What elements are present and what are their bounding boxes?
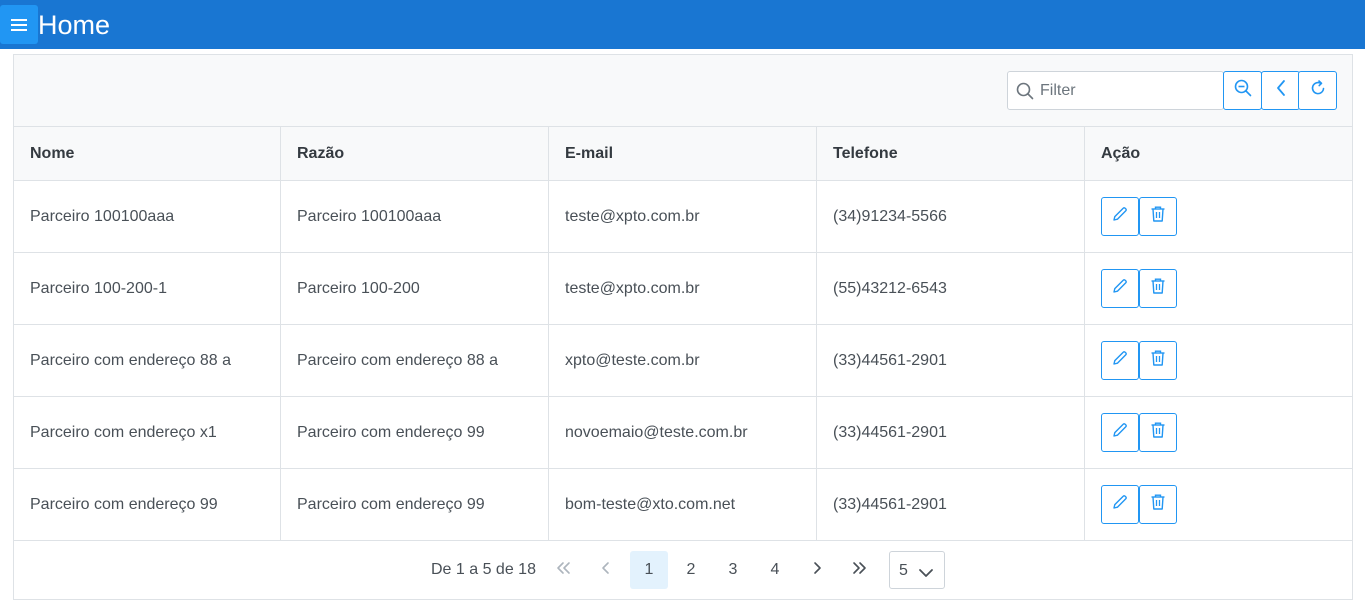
column-header-nome[interactable]: Nome bbox=[14, 127, 281, 180]
cell-nome: Parceiro com endereço 88 a bbox=[14, 325, 281, 396]
table-header: Nome Razão E-mail Telefone Ação bbox=[14, 127, 1352, 181]
column-header-acao: Ação bbox=[1101, 144, 1141, 162]
top-bar: Home bbox=[0, 0, 1365, 49]
cell-telefone: (33)44561-2901 bbox=[817, 469, 1085, 540]
cell-acao bbox=[1085, 325, 1352, 396]
cell-telefone: (34)91234-5566 bbox=[817, 181, 1085, 252]
column-header-razao[interactable]: Razão bbox=[281, 127, 549, 180]
last-page-button[interactable] bbox=[840, 551, 878, 589]
cell-telefone: (33)44561-2901 bbox=[817, 325, 1085, 396]
back-button[interactable] bbox=[1261, 71, 1300, 110]
filter-field[interactable] bbox=[1007, 71, 1224, 110]
page-title: Home bbox=[38, 10, 111, 40]
edit-button[interactable] bbox=[1101, 269, 1139, 308]
page-button-2[interactable]: 2 bbox=[672, 551, 710, 589]
delete-button[interactable] bbox=[1139, 341, 1177, 380]
page-button-4[interactable]: 4 bbox=[756, 551, 794, 589]
pencil-icon bbox=[1111, 205, 1129, 228]
delete-button[interactable] bbox=[1139, 485, 1177, 524]
search-icon bbox=[1016, 82, 1034, 105]
cell-razao: Parceiro 100100aaa bbox=[281, 181, 549, 252]
cell-acao bbox=[1085, 469, 1352, 540]
edit-button[interactable] bbox=[1101, 413, 1139, 452]
cell-email: novoemaio@teste.com.br bbox=[549, 397, 817, 468]
refresh-icon bbox=[1309, 79, 1327, 102]
chevron-left-icon bbox=[601, 561, 611, 580]
cell-telefone: (55)43212-6543 bbox=[817, 253, 1085, 324]
page-button-3[interactable]: 3 bbox=[714, 551, 752, 589]
edit-button[interactable] bbox=[1101, 341, 1139, 380]
zoom-out-icon bbox=[1234, 79, 1252, 102]
paginator-summary: De 1 a 5 de 18 bbox=[431, 561, 536, 578]
hamburger-icon bbox=[11, 18, 27, 31]
cell-nome: Parceiro com endereço 99 bbox=[14, 469, 281, 540]
pencil-icon bbox=[1111, 277, 1129, 300]
delete-button[interactable] bbox=[1139, 197, 1177, 236]
rows-per-page-select[interactable]: 5 bbox=[889, 551, 945, 589]
clear-filter-button[interactable] bbox=[1223, 71, 1262, 110]
next-page-button[interactable] bbox=[798, 551, 836, 589]
pencil-icon bbox=[1111, 493, 1129, 516]
table-toolbar bbox=[14, 55, 1352, 127]
cell-acao bbox=[1085, 181, 1352, 252]
page-button-1[interactable]: 1 bbox=[630, 551, 668, 589]
delete-button[interactable] bbox=[1139, 269, 1177, 308]
refresh-button[interactable] bbox=[1298, 71, 1337, 110]
cell-razao: Parceiro com endereço 88 a bbox=[281, 325, 549, 396]
cell-razao: Parceiro 100-200 bbox=[281, 253, 549, 324]
cell-email: xpto@teste.com.br bbox=[549, 325, 817, 396]
table-row: Parceiro 100100aaa Parceiro 100100aaa te… bbox=[14, 181, 1352, 253]
menu-button[interactable] bbox=[0, 5, 38, 44]
rows-per-page-value: 5 bbox=[899, 562, 908, 579]
cell-razao: Parceiro com endereço 99 bbox=[281, 397, 549, 468]
cell-nome: Parceiro com endereço x1 bbox=[14, 397, 281, 468]
trash-icon bbox=[1150, 493, 1166, 516]
chevron-down-icon bbox=[918, 565, 934, 583]
prev-page-button[interactable] bbox=[587, 551, 625, 589]
cell-nome: Parceiro 100-200-1 bbox=[14, 253, 281, 324]
cell-email: teste@xpto.com.br bbox=[549, 181, 817, 252]
double-chevron-right-icon bbox=[851, 561, 867, 580]
cell-email: teste@xpto.com.br bbox=[549, 253, 817, 324]
cell-telefone: (33)44561-2901 bbox=[817, 397, 1085, 468]
table-row: Parceiro 100-200-1 Parceiro 100-200 test… bbox=[14, 253, 1352, 325]
edit-button[interactable] bbox=[1101, 485, 1139, 524]
double-chevron-left-icon bbox=[556, 561, 572, 580]
pencil-icon bbox=[1111, 421, 1129, 444]
first-page-button[interactable] bbox=[545, 551, 583, 589]
edit-button[interactable] bbox=[1101, 197, 1139, 236]
cell-acao bbox=[1085, 397, 1352, 468]
column-header-email[interactable]: E-mail bbox=[549, 127, 817, 180]
data-table-panel: Nome Razão E-mail Telefone Ação Parceiro… bbox=[13, 54, 1353, 600]
trash-icon bbox=[1150, 277, 1166, 300]
cell-acao bbox=[1085, 253, 1352, 324]
chevron-left-icon bbox=[1275, 79, 1287, 102]
filter-input[interactable] bbox=[1040, 72, 1220, 109]
delete-button[interactable] bbox=[1139, 413, 1177, 452]
pencil-icon bbox=[1111, 349, 1129, 372]
cell-nome: Parceiro 100100aaa bbox=[14, 181, 281, 252]
table-row: Parceiro com endereço 88 a Parceiro com … bbox=[14, 325, 1352, 397]
column-header-telefone[interactable]: Telefone bbox=[817, 127, 1085, 180]
trash-icon bbox=[1150, 349, 1166, 372]
paginator: De 1 a 5 de 18 1 2 3 4 5 bbox=[14, 541, 1352, 599]
trash-icon bbox=[1150, 421, 1166, 444]
table-row: Parceiro com endereço 99 Parceiro com en… bbox=[14, 469, 1352, 541]
table-row: Parceiro com endereço x1 Parceiro com en… bbox=[14, 397, 1352, 469]
chevron-right-icon bbox=[812, 561, 822, 580]
cell-razao: Parceiro com endereço 99 bbox=[281, 469, 549, 540]
trash-icon bbox=[1150, 205, 1166, 228]
cell-email: bom-teste@xto.com.net bbox=[549, 469, 817, 540]
